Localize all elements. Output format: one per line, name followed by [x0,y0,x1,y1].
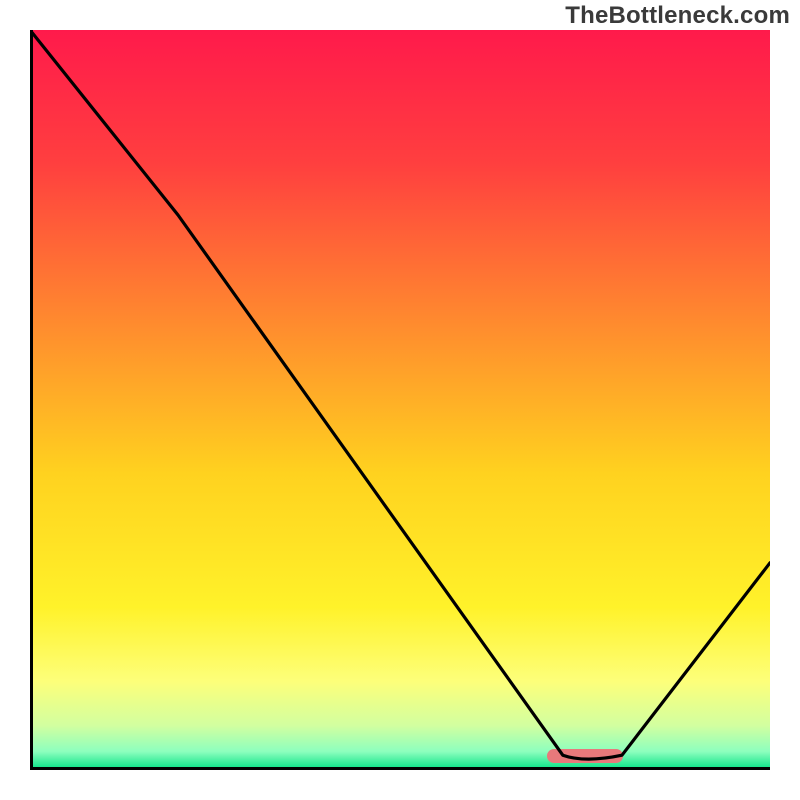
optimal-marker [547,749,623,763]
heat-gradient [30,30,770,770]
chart-container: TheBottleneck.com [0,0,800,800]
plot-area [30,30,770,770]
watermark: TheBottleneck.com [565,2,790,30]
